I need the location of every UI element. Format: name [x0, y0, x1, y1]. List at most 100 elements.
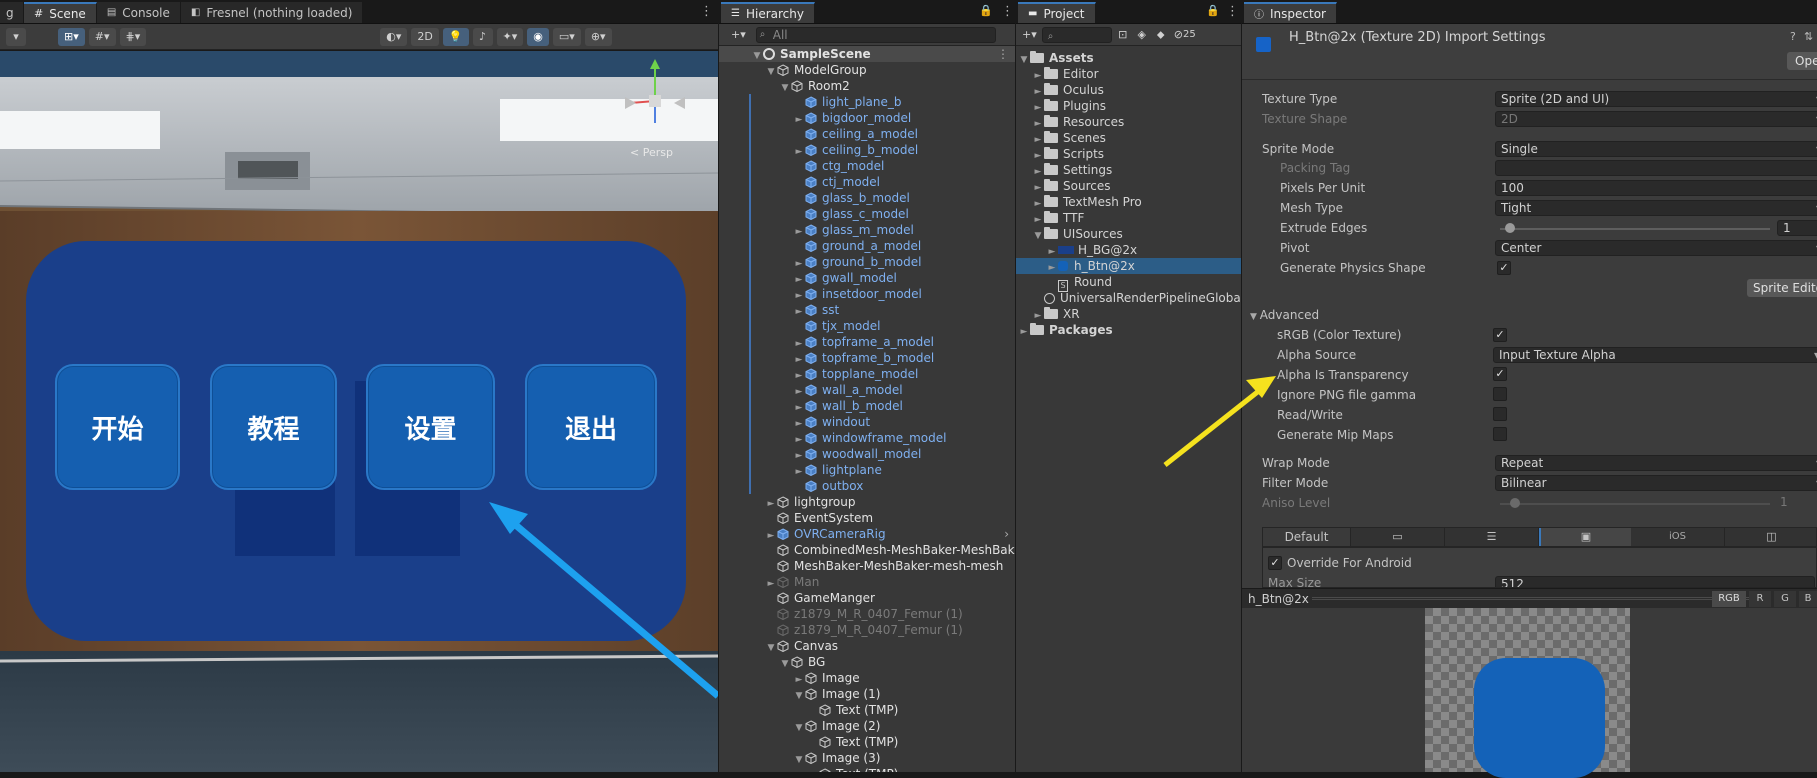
max-size-dropdown[interactable]: 512	[1495, 576, 1815, 587]
tab-hierarchy[interactable]: ☰ Hierarchy	[721, 2, 815, 23]
hierarchy-search-input[interactable]: ⌕ All	[755, 26, 996, 43]
grid-snap-icon[interactable]: #▾	[88, 27, 116, 46]
alpha-transparency-checkbox[interactable]: ✓	[1493, 367, 1507, 381]
toolbar-dropdown[interactable]: ▾	[6, 27, 26, 46]
hidden-packages-icon[interactable]: ⊘ 25	[1172, 26, 1198, 44]
tab-project[interactable]: ▬ Project	[1018, 2, 1096, 23]
more-menu-icon[interactable]: ⋮	[997, 46, 1009, 62]
hierarchy-item[interactable]: MeshBaker-MeshBaker-mesh-mesh	[719, 558, 1015, 574]
search-by-type-icon[interactable]: ⊡	[1115, 26, 1131, 44]
lighting-toggle-icon[interactable]: 💡	[442, 27, 469, 46]
hierarchy-item[interactable]: Text (TMP)	[719, 702, 1015, 718]
extrude-slider-handle[interactable]	[1505, 223, 1515, 233]
hierarchy-item[interactable]: glass_b_model	[719, 190, 1015, 206]
hierarchy-item[interactable]: light_plane_b	[719, 94, 1015, 110]
hierarchy-item[interactable]: tjx_model	[719, 318, 1015, 334]
effects-icon[interactable]: ✦▾	[496, 27, 524, 46]
more-menu-icon[interactable]: ⋮	[700, 4, 713, 19]
lock-icon[interactable]: 🔒	[979, 4, 993, 17]
hierarchy-item[interactable]: ▼ Image (2)	[719, 718, 1015, 734]
tab-game[interactable]: g	[0, 2, 24, 23]
platform-tab-server[interactable]: ☰	[1445, 528, 1539, 546]
camera-icon[interactable]: ▭▾	[552, 27, 581, 46]
shading-mode-icon[interactable]: ◐▾	[380, 27, 408, 46]
hierarchy-item[interactable]: ► windowframe_model	[719, 430, 1015, 446]
hierarchy-item[interactable]: ► ground_b_model	[719, 254, 1015, 270]
hierarchy-item[interactable]: ► bigdoor_model	[719, 110, 1015, 126]
channel-rgb-button[interactable]: RGB	[1712, 591, 1746, 607]
hierarchy-item[interactable]: ► OVRCameraRig ›	[719, 526, 1015, 542]
hierarchy-item[interactable]: ► gwall_model	[719, 270, 1015, 286]
platform-tab-webgl[interactable]: ◫	[1725, 528, 1817, 546]
project-item[interactable]: ► H_BG@2x	[1016, 242, 1241, 258]
hierarchy-item[interactable]: ▼ ModelGroup	[719, 62, 1015, 78]
hierarchy-item[interactable]: ▼ Canvas	[719, 638, 1015, 654]
sprite-editor-button[interactable]: Sprite Editor	[1747, 279, 1817, 297]
hierarchy-item[interactable]: ► topframe_a_model	[719, 334, 1015, 350]
project-item[interactable]: ► Settings	[1016, 162, 1241, 178]
advanced-foldout[interactable]: ▼ Advanced	[1250, 307, 1319, 324]
hierarchy-item[interactable]: ► insetdoor_model	[719, 286, 1015, 302]
mode-2d-button[interactable]: 2D	[411, 27, 439, 46]
hierarchy-item[interactable]: z1879_M_R_0407_Femur (1)	[719, 622, 1015, 638]
gizmos-icon[interactable]: ⊕▾	[584, 27, 612, 46]
channel-g-button[interactable]: G	[1774, 591, 1796, 607]
increment-snap-icon[interactable]: ⋕▾	[119, 27, 147, 46]
readwrite-checkbox[interactable]	[1493, 407, 1507, 421]
lock-icon[interactable]: 🔒	[1206, 4, 1220, 17]
hierarchy-item[interactable]: outbox	[719, 478, 1015, 494]
ignore-png-gamma-checkbox[interactable]	[1493, 387, 1507, 401]
hierarchy-item[interactable]: CombinedMesh-MeshBaker-MeshBak	[719, 542, 1015, 558]
hierarchy-item[interactable]: ctg_model	[719, 158, 1015, 174]
project-item[interactable]: ► h_Btn@2x	[1016, 258, 1241, 274]
filter-mode-dropdown[interactable]: Bilinear	[1495, 475, 1817, 491]
project-item[interactable]: ▼ UISources	[1016, 226, 1241, 242]
preview-drag-handle[interactable]	[1312, 597, 1752, 600]
preset-icon[interactable]: ⇅	[1804, 30, 1813, 43]
visibility-icon[interactable]: ◉	[527, 27, 549, 46]
mesh-type-dropdown[interactable]: Tight	[1495, 200, 1817, 216]
platform-tab-default[interactable]: Default	[1263, 528, 1351, 546]
tab-console[interactable]: ▤ Console	[96, 2, 181, 23]
hierarchy-item[interactable]: ► topframe_b_model	[719, 350, 1015, 366]
ppu-input[interactable]: 100	[1495, 180, 1817, 196]
hierarchy-item[interactable]: ► wall_b_model	[719, 398, 1015, 414]
texture-type-dropdown[interactable]: Sprite (2D and UI)	[1495, 91, 1817, 107]
hierarchy-item[interactable]: Text (TMP)	[719, 766, 1015, 772]
hierarchy-item[interactable]: ceiling_a_model	[719, 126, 1015, 142]
create-add-icon[interactable]: +▾	[1020, 26, 1039, 44]
project-item[interactable]: UniversalRenderPipelineGlobalS	[1016, 290, 1241, 306]
project-item[interactable]: ► Scripts	[1016, 146, 1241, 162]
chevron-right-icon[interactable]: ›	[1004, 526, 1009, 542]
project-item[interactable]: ► TTF	[1016, 210, 1241, 226]
channel-b-button[interactable]: B	[1799, 591, 1817, 607]
hierarchy-item[interactable]: ► woodwall_model	[719, 446, 1015, 462]
sprite-mode-dropdown[interactable]: Single	[1495, 141, 1817, 157]
hierarchy-item[interactable]: ► glass_m_model	[719, 222, 1015, 238]
hierarchy-item[interactable]: ▼ BG	[719, 654, 1015, 670]
extrude-slider-track[interactable]	[1500, 228, 1770, 230]
project-item[interactable]: ► Scenes	[1016, 130, 1241, 146]
packing-tag-input[interactable]	[1495, 160, 1817, 176]
hierarchy-item[interactable]: ► lightplane	[719, 462, 1015, 478]
hierarchy-item[interactable]: z1879_M_R_0407_Femur (1)	[719, 606, 1015, 622]
hierarchy-item[interactable]: ► lightgroup	[719, 494, 1015, 510]
project-item[interactable]: ► Packages	[1016, 322, 1241, 338]
tab-inspector[interactable]: ⓘ Inspector	[1244, 2, 1337, 23]
pivot-tool-icon[interactable]: ⊞▾	[58, 27, 85, 46]
hierarchy-item[interactable]: ► windout	[719, 414, 1015, 430]
hierarchy-item[interactable]: ctj_model	[719, 174, 1015, 190]
tab-scene[interactable]: # Scene	[24, 2, 97, 23]
hierarchy-item[interactable]: ▼ SampleScene ⋮	[719, 46, 1015, 62]
help-icon[interactable]: ?	[1790, 30, 1796, 43]
hierarchy-item[interactable]: ▼ Image (3)	[719, 750, 1015, 766]
wrap-mode-dropdown[interactable]: Repeat	[1495, 455, 1817, 471]
hierarchy-item[interactable]: ▼ Room2	[719, 78, 1015, 94]
platform-tab-android[interactable]: ▣	[1539, 528, 1631, 546]
open-button[interactable]: Open	[1787, 52, 1817, 70]
project-search-input[interactable]: ⌕	[1041, 26, 1112, 43]
project-item[interactable]: ► Oculus	[1016, 82, 1241, 98]
create-add-icon[interactable]: +▾	[725, 26, 752, 44]
hierarchy-item[interactable]: glass_c_model	[719, 206, 1015, 222]
hierarchy-item[interactable]: GameManger	[719, 590, 1015, 606]
